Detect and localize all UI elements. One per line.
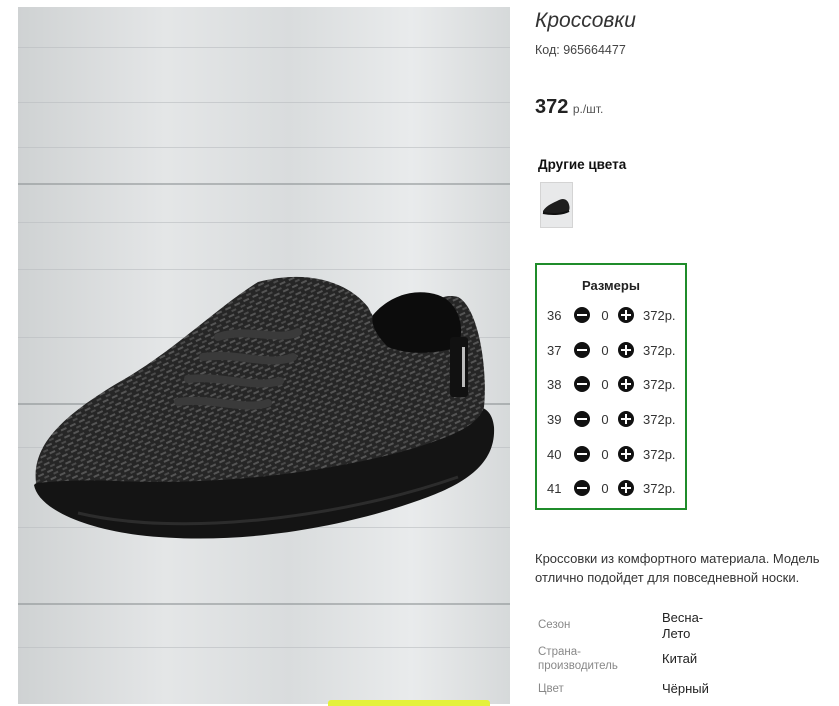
attr-value-country: Китай: [662, 651, 698, 666]
description-line: отлично подойдет для повседневной носки.: [535, 570, 800, 585]
promo-strip: [328, 700, 490, 706]
sneaker-illustration: [34, 276, 495, 539]
minus-circle-icon[interactable]: [574, 307, 590, 323]
size-quantity: 0: [601, 412, 609, 427]
description-line: Кроссовки из комфортного материала. Моде…: [535, 551, 820, 566]
size-value: 38: [547, 377, 562, 392]
plus-circle-icon[interactable]: [618, 342, 634, 358]
sizes-panel: Размеры 36 0 372р. 37 0 372р. 38 0 372р.…: [535, 263, 687, 510]
price-unit: р./шт.: [572, 102, 604, 116]
size-value: 41: [547, 481, 562, 496]
size-quantity: 0: [601, 447, 609, 462]
size-row: 40 0 372р.: [547, 445, 681, 465]
plus-circle-icon[interactable]: [618, 376, 634, 392]
attr-label-color: Цвет: [538, 683, 564, 695]
attr-value-color: Чёрный: [662, 681, 709, 696]
size-quantity: 0: [601, 343, 609, 358]
sizes-title: Размеры: [582, 278, 640, 293]
size-price: 372р.: [643, 343, 676, 358]
attr-value-line: Лето: [662, 626, 691, 641]
size-price: 372р.: [643, 412, 676, 427]
size-row: 38 0 372р.: [547, 375, 681, 395]
size-quantity: 0: [601, 308, 609, 323]
attr-label-country: Страна- производитель: [538, 645, 618, 673]
attr-label-line: производитель: [538, 660, 618, 672]
plus-circle-icon[interactable]: [618, 307, 634, 323]
product-description: Кроссовки из комфортного материала. Моде…: [535, 549, 839, 587]
size-row: 36 0 372р.: [547, 306, 681, 326]
product-price: 372 р./шт.: [535, 96, 603, 119]
size-value: 36: [547, 308, 562, 323]
size-quantity: 0: [601, 481, 609, 496]
attr-value-line: Весна-: [662, 610, 704, 625]
attr-label-line: Страна-: [538, 646, 581, 658]
attr-label-season: Сезон: [538, 619, 571, 631]
attr-value-season: Весна- Лето: [662, 610, 703, 642]
size-value: 40: [547, 447, 562, 462]
plus-circle-icon[interactable]: [618, 411, 634, 427]
plus-circle-icon[interactable]: [618, 480, 634, 496]
price-amount: 372: [535, 96, 569, 118]
minus-circle-icon[interactable]: [574, 342, 590, 358]
product-image[interactable]: [18, 7, 510, 704]
plus-circle-icon[interactable]: [618, 446, 634, 462]
color-swatch-black[interactable]: [540, 182, 573, 228]
minus-circle-icon[interactable]: [574, 376, 590, 392]
size-quantity: 0: [601, 377, 609, 392]
minus-circle-icon[interactable]: [574, 411, 590, 427]
size-value: 39: [547, 412, 562, 427]
product-code: Код: 965664477: [535, 43, 626, 57]
size-price: 372р.: [643, 308, 676, 323]
size-row: 37 0 372р.: [547, 341, 681, 361]
minus-circle-icon[interactable]: [574, 480, 590, 496]
size-row: 39 0 372р.: [547, 410, 681, 430]
product-title: Кроссовки: [535, 9, 636, 32]
sneaker-thumbnail-icon: [541, 183, 572, 227]
size-price: 372р.: [643, 377, 676, 392]
size-price: 372р.: [643, 447, 676, 462]
minus-circle-icon[interactable]: [574, 446, 590, 462]
size-row: 41 0 372р.: [547, 479, 681, 499]
size-value: 37: [547, 343, 562, 358]
size-price: 372р.: [643, 481, 676, 496]
other-colors-title: Другие цвета: [538, 157, 627, 172]
